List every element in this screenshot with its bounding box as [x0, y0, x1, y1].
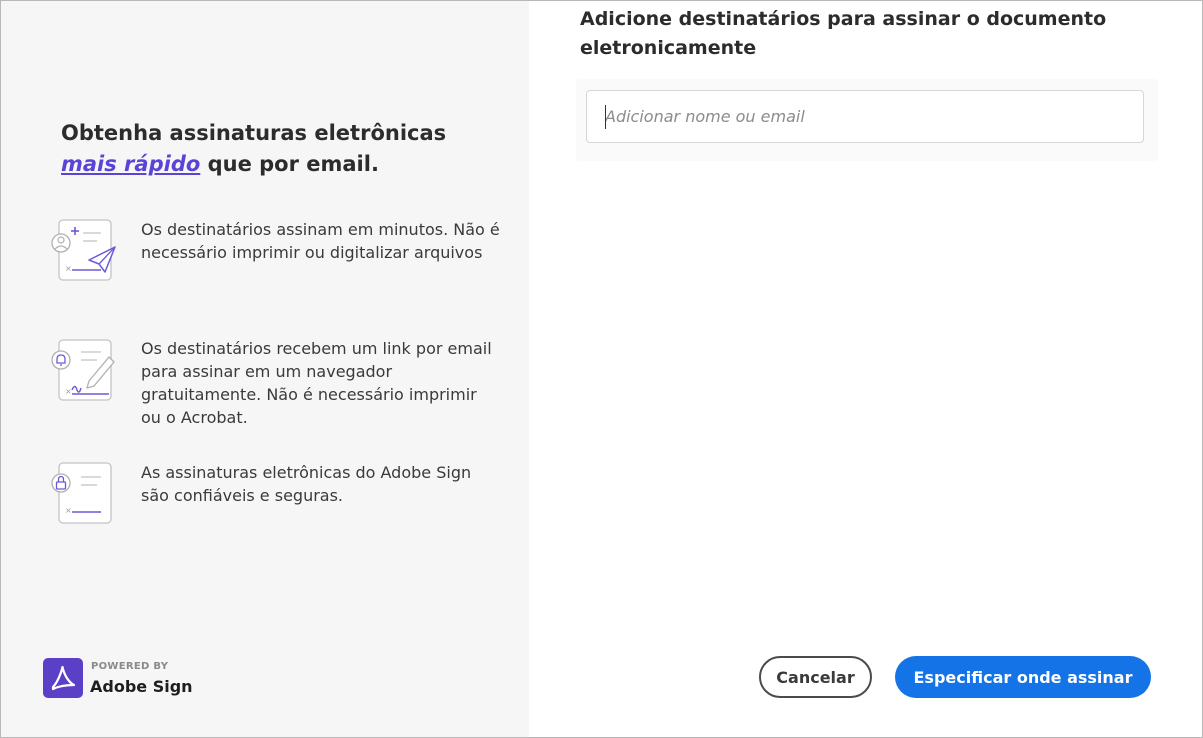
recipient-input-container: [576, 79, 1158, 161]
headline-text-end: que por email.: [200, 152, 379, 176]
dialog-title: Adicione destinatários para assinar o do…: [580, 8, 1107, 59]
recipients-panel: Adicione destinatários para assinar o do…: [529, 1, 1202, 737]
feature-text: As assinaturas eletrônicas do Adobe Sign…: [141, 463, 472, 505]
adobe-sign-logo-icon: [43, 658, 83, 698]
svg-text:×: ×: [65, 264, 72, 273]
text-cursor: [605, 105, 606, 129]
svg-text:×: ×: [65, 387, 72, 396]
brand-name: Adobe Sign: [90, 677, 193, 696]
headline-accent: mais rápido: [61, 152, 201, 176]
powered-by-adobe-sign: POWERED BY Adobe Sign: [43, 658, 243, 698]
info-headline: Obtenha assinaturas eletrônicas mais ráp…: [61, 118, 501, 180]
feature-text: Os destinatários recebem um link por ema…: [141, 339, 492, 427]
info-panel: Obtenha assinaturas eletrônicas mais ráp…: [1, 1, 529, 737]
sign-document-icon: ×: [45, 337, 117, 407]
secure-document-icon: ×: [45, 461, 117, 531]
powered-by-label: POWERED BY: [91, 661, 169, 672]
recipient-input[interactable]: [586, 90, 1144, 143]
send-for-signature-dialog: Obtenha assinaturas eletrônicas mais ráp…: [0, 0, 1203, 738]
svg-text:×: ×: [65, 506, 72, 515]
specify-where-to-sign-button[interactable]: Especificar onde assinar: [895, 656, 1151, 698]
cancel-button[interactable]: Cancelar: [759, 656, 872, 698]
feature-text: Os destinatários assinam em minutos. Não…: [141, 220, 500, 262]
headline-text: Obtenha assinaturas eletrônicas: [61, 121, 447, 145]
send-document-icon: ×: [45, 218, 117, 288]
